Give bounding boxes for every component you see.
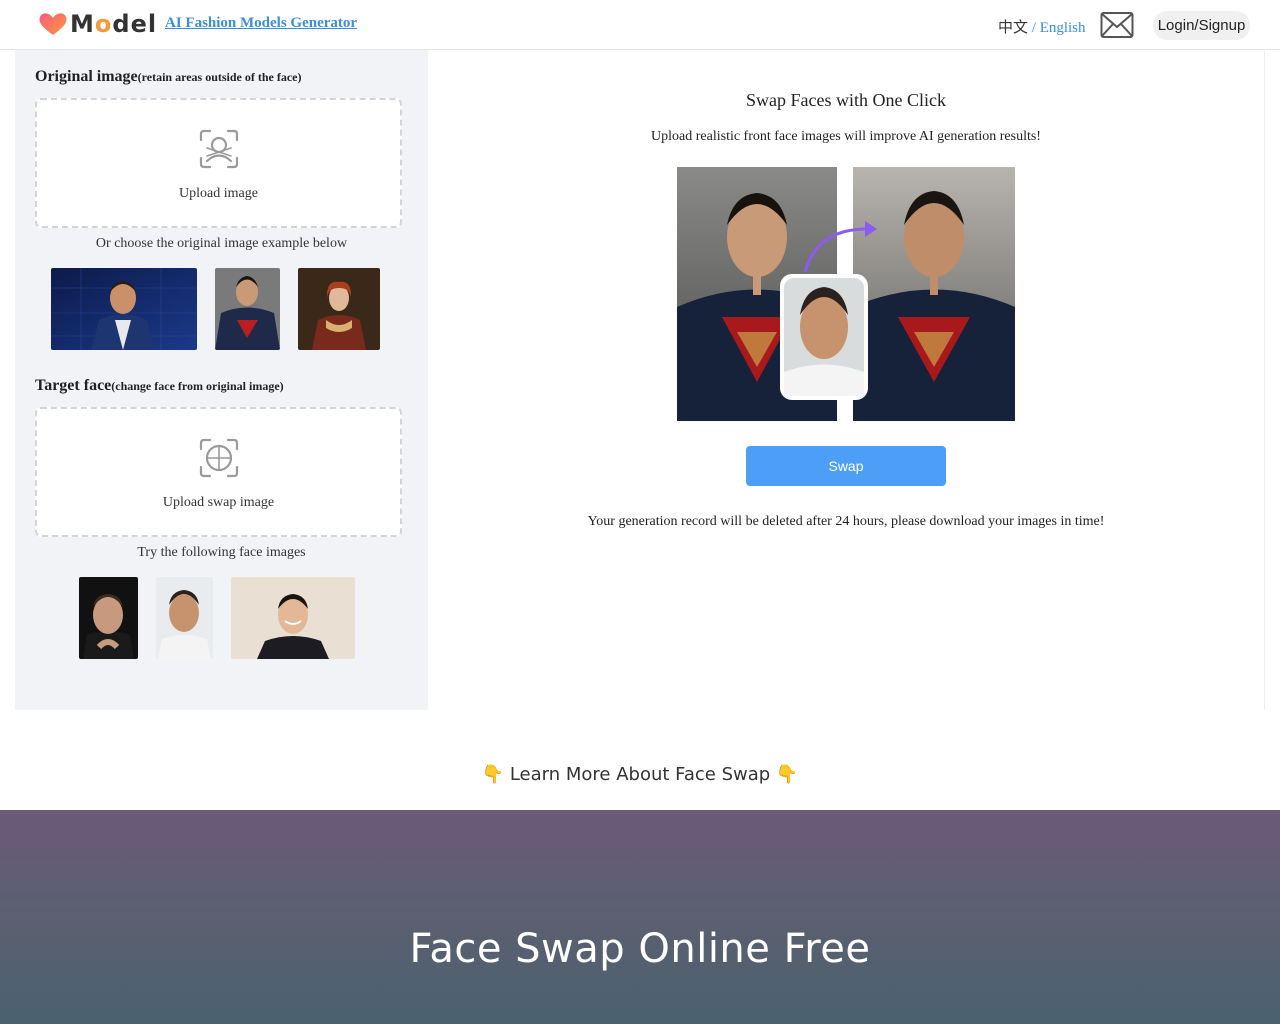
top-header: Model AI Fashion Models Generator 中文 / E… [0,0,1280,50]
man-suit-thumbnail [51,268,197,350]
original-image-heading: Original image(retain areas outside of t… [35,68,302,85]
lang-en-link[interactable]: English [1040,20,1086,36]
face-target-icon [199,438,239,478]
upload-swap-image-label: Upload swap image [162,495,275,510]
learn-more-link[interactable]: 👇 Learn More About Face Swap 👇 [0,764,1280,785]
logo-text: Model [70,10,158,38]
original-example-hint: Or choose the original image example bel… [95,236,348,251]
logo[interactable]: Model [38,10,157,38]
right-panel: Swap Faces with One Click Upload realist… [428,50,1265,710]
hero-banner: Face Swap Online Free [0,810,1280,1024]
original-example-thumb[interactable] [215,268,280,350]
face-example-thumb[interactable] [156,577,213,659]
swap-button[interactable]: Swap [746,446,946,486]
swap-subheading: Upload realistic front face images will … [651,129,1041,144]
face-example-thumb[interactable] [231,577,355,659]
left-panel: Original image(retain areas outside of t… [15,50,428,710]
mail-icon[interactable] [1100,11,1134,39]
man-smiling-face-thumbnail [231,577,355,659]
pointing-down-icon: 👇 [481,764,505,785]
target-face-hint: Try the following face images [137,545,306,560]
woman-portrait-thumbnail [298,268,380,350]
learn-more-text: Learn More About Face Swap [509,764,771,785]
original-image-dropzone[interactable]: Upload image [35,98,402,228]
man-light-bg-face-thumbnail [156,577,213,659]
target-face-heading: Target face(change face from original im… [35,377,284,394]
original-example-thumb[interactable] [51,268,197,350]
man-dark-bg-face-thumbnail [79,577,138,659]
lang-separator: / [1031,20,1036,36]
lang-zh-link[interactable]: 中文 [998,20,1028,36]
language-switcher: 中文 / English [998,16,1086,37]
banner-title: Face Swap Online Free [409,926,871,972]
login-signup-button[interactable]: Login/Signup [1153,11,1250,40]
pointing-down-icon: 👇 [775,764,799,785]
swap-heading: Swap Faces with One Click [746,90,946,110]
original-example-thumb[interactable] [298,268,380,350]
brand-link[interactable]: AI Fashion Models Generator [165,15,357,32]
face-example-thumb[interactable] [79,577,138,659]
superman-thumbnail [215,268,280,350]
upload-image-label: Upload image [179,186,258,201]
retention-notice: Your generation record will be deleted a… [587,514,1105,529]
target-face-dropzone[interactable]: Upload swap image [35,407,402,537]
face-swap-demo-illustration [677,167,1015,421]
heart-logo-icon [39,13,67,35]
face-scan-icon [199,129,239,169]
